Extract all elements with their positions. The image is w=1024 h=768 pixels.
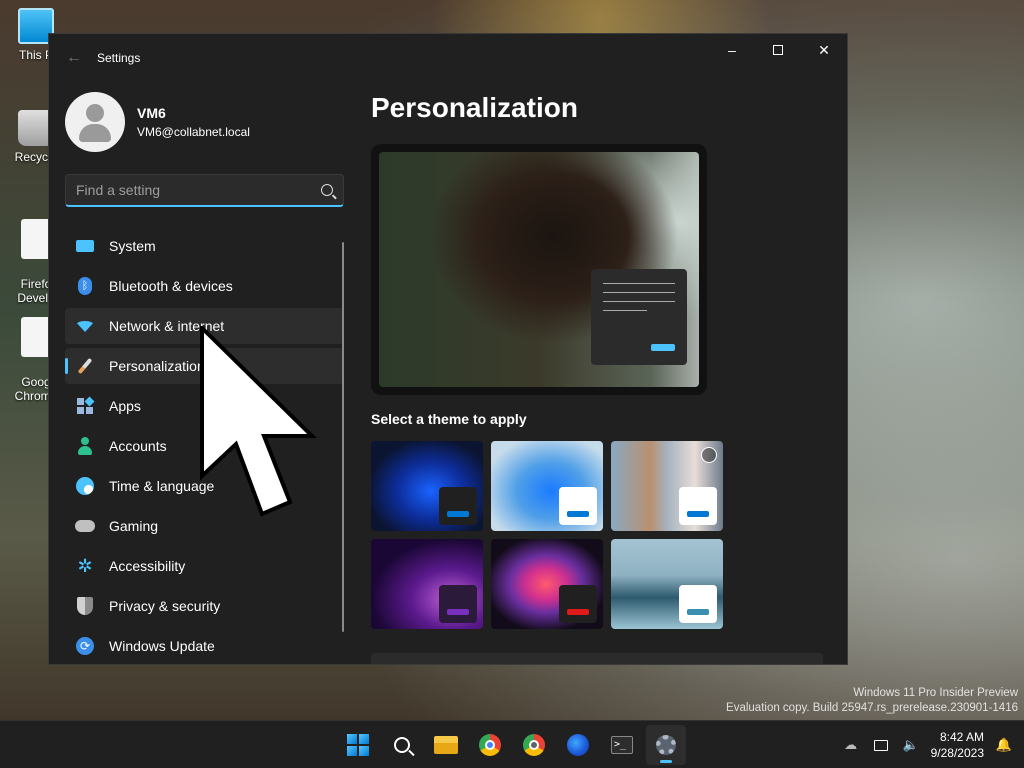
- firefox-dev-shortcut-icon: [21, 219, 51, 259]
- accounts-icon: [75, 436, 95, 456]
- user-profile[interactable]: VM6 VM6@collabnet.local: [65, 92, 250, 152]
- taskbar-chrome[interactable]: [470, 725, 510, 765]
- watermark-line-2: Evaluation copy. Build 25947.rs_prerelea…: [726, 702, 1018, 714]
- taskbar: >_ ☁ 🔈 8:42 AM 9/28/2023 🔔: [0, 720, 1024, 768]
- system-tray: ☁ 🔈 8:42 AM 9/28/2023 🔔: [841, 721, 1024, 768]
- terminal-icon: >_: [611, 736, 633, 754]
- bluetooth-icon: ᛒ: [75, 276, 95, 296]
- notification-bell-icon[interactable]: 🔔: [994, 735, 1014, 755]
- theme-chip: [679, 487, 717, 525]
- close-button[interactable]: ✕: [801, 34, 847, 66]
- sidebar-item-label: Time & language: [109, 478, 215, 494]
- preview-window-mock: [591, 269, 687, 365]
- sidebar-item-bluetooth[interactable]: ᛒ Bluetooth & devices: [65, 268, 344, 304]
- theme-grid: [371, 441, 823, 629]
- theme-chip: [439, 585, 477, 623]
- theme-chip: [559, 585, 597, 623]
- taskbar-search-button[interactable]: [382, 725, 422, 765]
- sidebar-item-privacy-security[interactable]: Privacy & security: [65, 588, 344, 624]
- theme-chip: [679, 585, 717, 623]
- update-icon: ⟳: [75, 636, 95, 656]
- taskbar-file-explorer[interactable]: [426, 725, 466, 765]
- theme-chip: [439, 487, 477, 525]
- avatar: [65, 92, 125, 152]
- window-title: Settings: [97, 51, 141, 65]
- main-content: Personalization Select a theme to apply: [371, 82, 823, 629]
- sidebar-scrollbar[interactable]: [342, 242, 344, 632]
- globe-clock-icon: [75, 476, 95, 496]
- theme-tile-glow[interactable]: [371, 539, 483, 629]
- sidebar-item-label: Privacy & security: [109, 598, 221, 614]
- taskbar-firefox[interactable]: [558, 725, 598, 765]
- clock-date: 9/28/2023: [930, 746, 984, 760]
- sidebar-item-label: System: [109, 238, 156, 254]
- title-bar[interactable]: ← Settings – ✕: [49, 34, 847, 82]
- search-box[interactable]: [65, 174, 344, 207]
- taskbar-clock[interactable]: 8:42 AM 9/28/2023: [931, 729, 984, 761]
- sidebar-item-windows-update[interactable]: ⟳ Windows Update: [65, 628, 344, 664]
- search-icon: [394, 737, 415, 757]
- shield-icon: [75, 596, 95, 616]
- settings-window: ← Settings – ✕ VM6 VM6@collabnet.local S…: [48, 33, 848, 665]
- apps-icon: [75, 396, 95, 416]
- theme-preview: [371, 144, 707, 395]
- sidebar-item-system[interactable]: System: [65, 228, 344, 264]
- firefox-icon: [567, 734, 589, 756]
- evaluation-watermark: Windows 11 Pro Insider Preview Evaluatio…: [726, 686, 1018, 716]
- sidebar-item-label: Accessibility: [109, 558, 186, 574]
- settings-icon: [656, 735, 676, 755]
- mouse-pointer-icon: [200, 326, 317, 517]
- taskbar-settings[interactable]: [646, 725, 686, 765]
- theme-chip: [559, 487, 597, 525]
- theme-tile-windows-dark[interactable]: [371, 441, 483, 531]
- wallpaper-preview-image: [379, 152, 699, 387]
- search-input[interactable]: [76, 182, 321, 198]
- sidebar-item-label: Accounts: [109, 438, 167, 454]
- sidebar-item-accessibility[interactable]: ✲ Accessibility: [65, 548, 344, 584]
- display-icon[interactable]: [871, 735, 891, 755]
- volume-muted-icon[interactable]: 🔈: [901, 735, 921, 755]
- theme-tile-windows-spotlight[interactable]: [611, 441, 723, 531]
- spotlight-icon: [701, 447, 717, 463]
- taskbar-chrome-dev[interactable]: [514, 725, 554, 765]
- sidebar-item-label: Bluetooth & devices: [109, 278, 233, 294]
- theme-tile-flow[interactable]: [611, 539, 723, 629]
- taskbar-terminal[interactable]: >_: [602, 725, 642, 765]
- wifi-icon: [75, 316, 95, 336]
- minimize-icon: –: [728, 42, 736, 58]
- system-icon: [75, 236, 95, 256]
- minimize-button[interactable]: –: [709, 34, 755, 66]
- chrome-dev-icon: [523, 734, 545, 756]
- file-explorer-icon: [434, 736, 458, 754]
- gamepad-icon: [75, 516, 95, 536]
- close-icon: ✕: [818, 41, 830, 58]
- theme-tile-windows-light[interactable]: [491, 441, 603, 531]
- profile-email: VM6@collabnet.local: [137, 125, 250, 139]
- search-icon[interactable]: [321, 184, 333, 196]
- sidebar-item-label: Personalization: [109, 358, 205, 374]
- sidebar-item-label: Apps: [109, 398, 141, 414]
- start-button-icon: [347, 734, 369, 756]
- theme-tile-captured-motion[interactable]: [491, 539, 603, 629]
- profile-name: VM6: [137, 105, 166, 121]
- start-button[interactable]: [338, 725, 378, 765]
- sidebar-item-label: Windows Update: [109, 638, 215, 654]
- theme-section-label: Select a theme to apply: [371, 411, 527, 427]
- network-status-icon[interactable]: ☁: [841, 735, 861, 755]
- chrome-icon: [479, 734, 501, 756]
- back-button[interactable]: ←: [61, 45, 87, 71]
- sidebar-item-label: Gaming: [109, 518, 159, 534]
- brush-icon: [75, 356, 95, 376]
- page-title: Personalization: [371, 92, 578, 123]
- maximize-icon: [773, 45, 783, 55]
- accessibility-icon: ✲: [77, 555, 93, 576]
- next-settings-card[interactable]: [371, 653, 823, 664]
- back-arrow-icon: ←: [66, 49, 82, 66]
- clock-time: 8:42 AM: [939, 730, 984, 744]
- maximize-button[interactable]: [755, 34, 801, 66]
- watermark-line-1: Windows 11 Pro Insider Preview: [853, 687, 1018, 699]
- chrome-shortcut-icon: [21, 317, 51, 357]
